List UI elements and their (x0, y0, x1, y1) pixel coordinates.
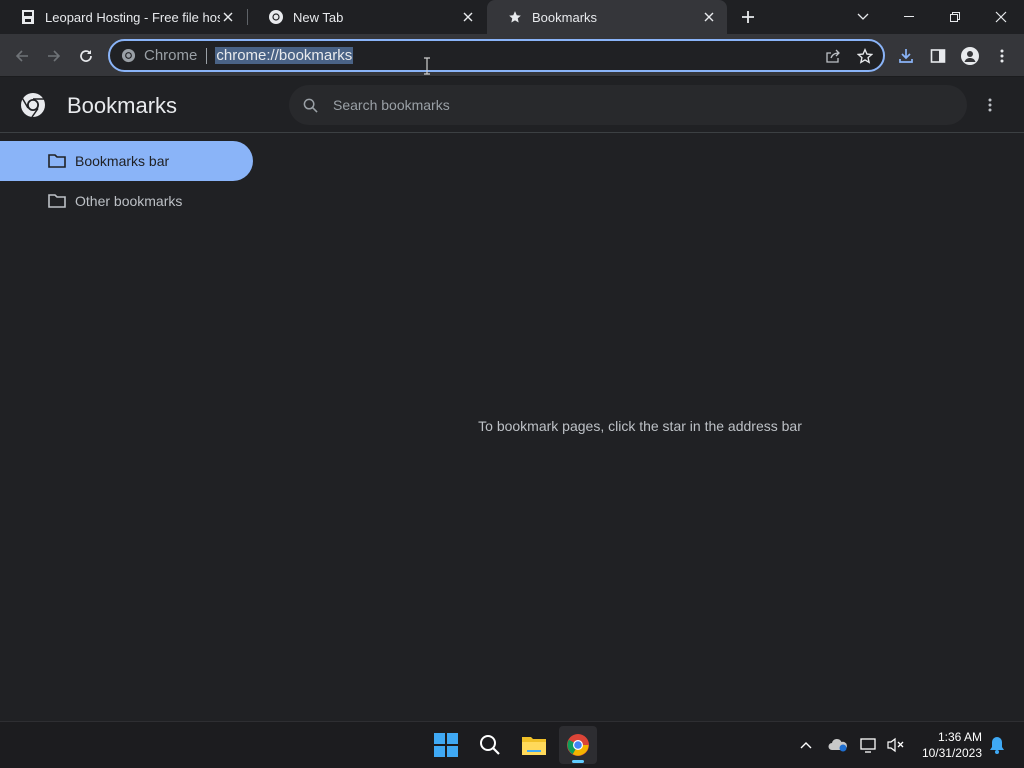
folder-icon (522, 737, 546, 755)
clock-time: 1:36 AM (937, 730, 982, 744)
folder-icon (47, 151, 67, 171)
star-icon (507, 9, 523, 25)
bell-icon (990, 737, 1004, 754)
url-text[interactable]: chrome://bookmarks (215, 47, 354, 64)
star-outline-icon (857, 48, 873, 64)
search-box[interactable] (289, 85, 967, 125)
close-tab-icon[interactable] (701, 9, 717, 25)
omnibox-divider (206, 47, 208, 64)
file-explorer-button[interactable] (515, 726, 553, 764)
search-input[interactable] (333, 97, 967, 113)
close-tab-icon[interactable] (460, 9, 476, 25)
tab-bookmarks[interactable]: Bookmarks (487, 0, 727, 34)
network-tray-icon[interactable] (858, 734, 880, 756)
sidebar-item-other-bookmarks[interactable]: Other bookmarks (0, 181, 260, 221)
side-panel-button[interactable] (924, 42, 952, 70)
restore-button[interactable] (932, 0, 978, 34)
close-window-button[interactable] (978, 0, 1024, 34)
show-hidden-icons-button[interactable] (795, 734, 817, 756)
sidebar-item-label: Bookmarks bar (75, 153, 170, 169)
chrome-icon (567, 734, 589, 756)
volume-tray-icon[interactable] (885, 734, 907, 756)
minimize-icon (904, 16, 914, 17)
taskbar-search-button[interactable] (471, 726, 509, 764)
onedrive-tray-icon[interactable] (827, 734, 849, 756)
chevron-up-icon (800, 742, 812, 749)
tab-new-tab[interactable]: New Tab (248, 0, 486, 34)
kebab-icon (1000, 49, 1004, 63)
kebab-icon (988, 98, 992, 112)
reload-button[interactable] (72, 42, 100, 70)
folder-sidebar: Bookmarks bar Other bookmarks (0, 134, 260, 221)
side-panel-icon (930, 49, 946, 63)
forward-button[interactable] (40, 42, 68, 70)
windows-logo-icon (434, 733, 458, 757)
clock-date: 10/31/2023 (921, 746, 982, 760)
site-chip-label: Chrome (144, 47, 198, 64)
tab-title: Leopard Hosting - Free file hosting (45, 9, 220, 25)
share-icon (826, 49, 840, 63)
reload-icon (80, 50, 92, 62)
search-icon (301, 96, 319, 114)
page-title: Bookmarks (67, 93, 178, 118)
tab-leopard-hosting[interactable]: Leopard Hosting - Free file hosting (0, 0, 246, 34)
bookmark-star-button[interactable] (851, 44, 879, 68)
close-icon (995, 11, 1007, 23)
site-info-chip[interactable]: Chrome (120, 47, 197, 64)
chrome-icon (120, 48, 136, 64)
windows-taskbar: 1:36 AM 10/31/2023 (0, 721, 1024, 768)
tab-search-button[interactable] (840, 0, 886, 34)
arrow-left-icon (15, 50, 28, 62)
chevron-down-icon (857, 13, 869, 20)
start-button[interactable] (427, 726, 465, 764)
text-cursor-icon (424, 57, 430, 75)
tab-title: New Tab (293, 9, 344, 25)
new-tab-button[interactable] (737, 6, 759, 28)
minimize-button[interactable] (886, 0, 932, 34)
empty-state-message: To bookmark pages, click the star in the… (478, 418, 802, 434)
organize-menu-button[interactable] (978, 93, 1002, 117)
tab-strip: Leopard Hosting - Free file hosting New … (0, 0, 1024, 34)
file-icon (20, 9, 36, 25)
cloud-icon (828, 738, 847, 752)
bookmarks-header: Bookmarks (0, 77, 1024, 133)
address-bar[interactable]: Chrome chrome://bookmarks (108, 39, 885, 72)
chrome-taskbar-button[interactable] (559, 726, 597, 764)
avatar-icon (961, 47, 979, 65)
download-icon (899, 49, 913, 63)
network-icon (860, 738, 876, 753)
chrome-icon (268, 9, 284, 25)
chrome-logo-icon (21, 93, 45, 118)
close-tab-icon[interactable] (220, 9, 236, 25)
notifications-button[interactable] (986, 734, 1008, 756)
system-clock[interactable]: 1:36 AM 10/31/2023 (916, 729, 982, 761)
profile-button[interactable] (956, 42, 984, 70)
chrome-menu-button[interactable] (988, 42, 1016, 70)
sidebar-item-bookmarks-bar[interactable]: Bookmarks bar (0, 141, 253, 181)
downloads-button[interactable] (892, 42, 920, 70)
arrow-right-icon (48, 50, 61, 62)
restore-icon (950, 12, 960, 22)
back-button[interactable] (8, 42, 36, 70)
sidebar-item-label: Other bookmarks (75, 193, 183, 209)
search-icon (480, 735, 500, 755)
tab-title: Bookmarks (532, 9, 598, 25)
browser-toolbar: Chrome chrome://bookmarks (0, 34, 1024, 77)
active-indicator (572, 760, 584, 763)
share-button[interactable] (819, 44, 847, 68)
folder-icon (47, 191, 67, 211)
volume-muted-icon (887, 737, 904, 753)
plus-icon (742, 11, 754, 23)
